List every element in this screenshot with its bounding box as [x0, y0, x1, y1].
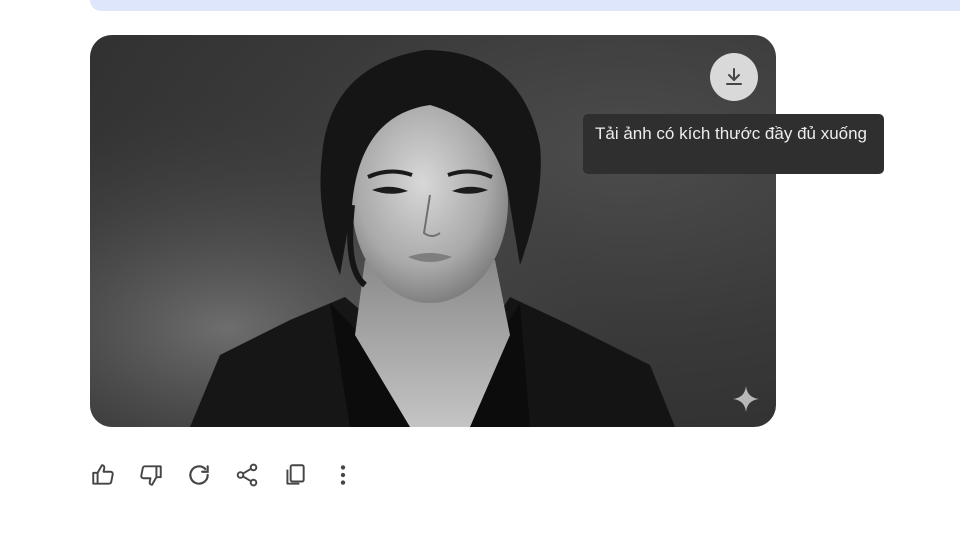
regenerate-button[interactable] — [182, 458, 216, 492]
copy-icon — [286, 464, 305, 485]
regenerate-icon — [189, 465, 209, 485]
sparkle-icon — [733, 386, 759, 412]
more-vert-icon — [340, 465, 346, 485]
prompt-bubble-edge — [90, 0, 960, 11]
share-icon — [236, 463, 258, 487]
more-options-button[interactable] — [326, 458, 360, 492]
thumb-down-button[interactable] — [134, 458, 168, 492]
download-icon — [726, 68, 742, 85]
thumb-up-icon — [92, 464, 114, 485]
generated-image[interactable] — [90, 35, 776, 427]
share-button[interactable] — [230, 458, 264, 492]
thumb-up-button[interactable] — [86, 458, 120, 492]
response-actions — [86, 458, 374, 492]
download-button[interactable] — [710, 53, 758, 101]
copy-button[interactable] — [278, 458, 312, 492]
download-tooltip: Tải ảnh có kích thước đầy đủ xuống — [583, 114, 884, 174]
thumb-down-icon — [140, 465, 162, 486]
generated-image-card[interactable] — [90, 35, 776, 427]
